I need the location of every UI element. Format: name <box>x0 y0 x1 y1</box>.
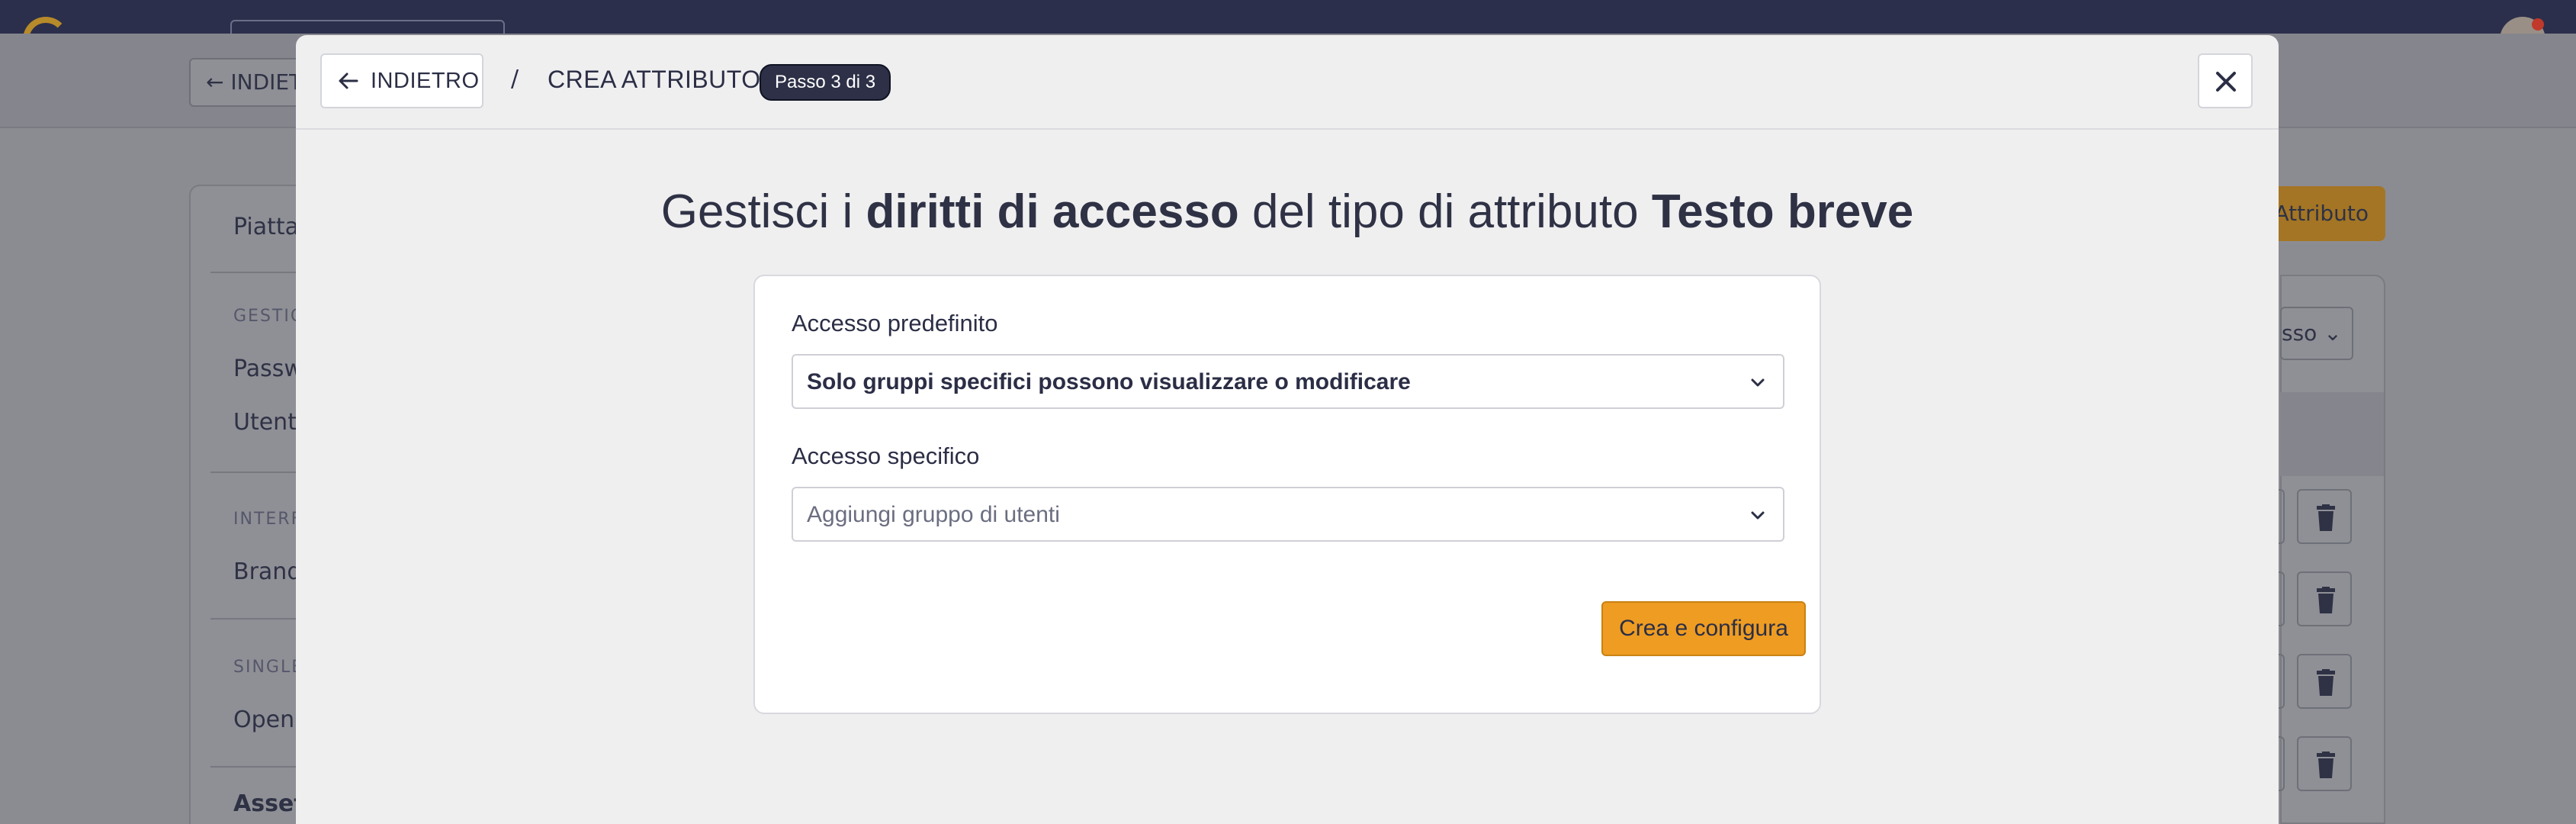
background-filter-label: sso <box>2282 320 2317 346</box>
create-attribute-modal: INDIETRO / CREA ATTRIBUTO Passo 3 di 3 G… <box>296 35 2279 824</box>
back-button[interactable]: INDIETRO <box>320 53 483 108</box>
trash-icon <box>2297 489 2352 544</box>
heading-attribute-type: Testo breve <box>1651 185 1914 238</box>
default-access-value: Solo gruppi specifici possono visualizza… <box>807 369 1411 394</box>
heading-text: Gestisci i <box>660 185 866 238</box>
access-rights-form: Accesso predefinito Solo gruppi specific… <box>753 275 1821 714</box>
notification-badge <box>2532 18 2544 31</box>
chevron-down-icon <box>1751 378 1765 387</box>
chevron-down-icon <box>1751 511 1765 520</box>
trash-icon <box>2297 571 2352 626</box>
heading-emphasis: diritti di accesso <box>866 185 1239 238</box>
background-table-header <box>2280 392 2384 476</box>
breadcrumb-separator: / <box>511 66 519 92</box>
trash-icon <box>2297 736 2352 791</box>
sidebar-caption-gestione: GESTIONE <box>233 307 302 326</box>
trash-icon <box>2297 654 2352 709</box>
specific-access-label: Accesso specifico <box>792 443 980 469</box>
default-access-label: Accesso predefinito <box>792 310 998 336</box>
close-button[interactable] <box>2198 53 2253 108</box>
sidebar-caption-interfaccia: INTERFACCIA <box>233 510 302 529</box>
modal-header: INDIETRO / CREA ATTRIBUTO Passo 3 di 3 <box>296 35 2279 130</box>
specific-access-placeholder: Aggiungi gruppo di utenti <box>807 502 1060 527</box>
heading-text: del tipo di attributo <box>1238 185 1652 238</box>
create-and-configure-button[interactable]: Crea e configura <box>1601 601 1806 656</box>
default-access-select[interactable]: Solo gruppi specifici possono visualizza… <box>792 354 1784 409</box>
specific-access-select[interactable]: Aggiungi gruppo di utenti <box>792 487 1784 542</box>
sidebar-caption-sso: SINGLE SIGN-ON <box>233 658 302 677</box>
page-title: Gestisci i diritti di accesso del tipo d… <box>296 185 2279 239</box>
close-icon <box>2216 72 2236 92</box>
step-badge: Passo 3 di 3 <box>760 64 891 101</box>
arrow-left-icon <box>339 72 358 89</box>
background-back-button: ← INDIETRO <box>189 58 311 107</box>
background-access-filter: sso ⌄ <box>2280 307 2353 360</box>
breadcrumb: CREA ATTRIBUTO <box>548 66 761 93</box>
back-button-label: INDIETRO <box>371 68 480 93</box>
